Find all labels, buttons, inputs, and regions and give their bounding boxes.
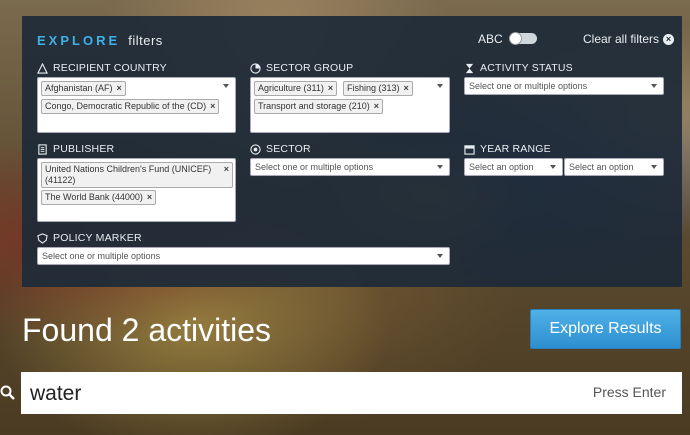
document-icon (38, 143, 47, 155)
filter-chip[interactable]: Afghanistan (AF) × (41, 81, 126, 96)
filter-chip[interactable]: United Nations Children's Fund (UNICEF) … (41, 162, 233, 188)
filter-chip[interactable]: The World Bank (44000) × (41, 190, 157, 205)
remove-chip-icon[interactable]: × (210, 101, 215, 111)
chevron-down-icon (651, 165, 657, 169)
remove-chip-icon[interactable]: × (374, 101, 379, 111)
explore-results-button[interactable]: Explore Results (530, 309, 681, 349)
filters-panel: EXPLORE filters ABC Clear all filters × … (22, 16, 682, 287)
chevron-down-icon (437, 254, 443, 258)
search-input[interactable]: water Press Enter (21, 372, 682, 414)
abc-toggle[interactable] (509, 32, 537, 45)
publisher-select[interactable]: United Nations Children's Fund (UNICEF) … (37, 158, 236, 222)
results-count-heading: Found 2 activities (22, 312, 272, 348)
toggle-knob (509, 32, 522, 45)
shield-icon (37, 232, 48, 244)
sector-group-select[interactable]: Agriculture (311) × Fishing (313) × Transp… (250, 77, 450, 133)
calendar-icon (464, 144, 475, 155)
activity-status-label: ACTIVITY STATUS (464, 62, 573, 74)
filter-chip[interactable]: Congo, Democratic Republic of the (CD) × (41, 99, 220, 114)
triangle-icon (37, 62, 48, 74)
remove-chip-icon[interactable]: × (147, 192, 152, 202)
panel-title: EXPLORE filters (37, 33, 163, 48)
close-icon: × (663, 33, 675, 45)
activity-status-select[interactable]: Select one or multiple options (464, 77, 664, 95)
hourglass-icon (465, 63, 474, 73)
clear-all-filters-button[interactable]: Clear all filters × (583, 32, 675, 46)
chevron-down-icon (550, 165, 556, 169)
policy-marker-label: POLICY MARKER (37, 232, 142, 244)
publisher-label: PUBLISHER (37, 143, 114, 155)
remove-chip-icon[interactable]: × (117, 83, 122, 93)
recipient-country-select[interactable]: Afghanistan (AF) × Congo, Democratic Repu… (37, 77, 236, 133)
chevron-down-icon (651, 84, 657, 88)
recipient-country-label: RECIPIENT COUNTRY (37, 62, 167, 74)
remove-chip-icon[interactable]: × (224, 164, 229, 175)
year-to-select[interactable]: Select an option (564, 158, 664, 176)
filter-chip[interactable]: Transport and storage (210) × (254, 99, 383, 114)
search-icon (0, 385, 15, 400)
policy-marker-select[interactable]: Select one or multiple options (37, 247, 450, 265)
sector-select[interactable]: Select one or multiple options (250, 158, 450, 176)
pie-chart-icon (250, 62, 261, 74)
target-icon (250, 143, 261, 155)
remove-chip-icon[interactable]: × (328, 83, 333, 93)
chevron-down-icon (223, 84, 229, 88)
year-range-label: YEAR RANGE (464, 143, 551, 155)
sector-group-label: SECTOR GROUP (250, 62, 353, 74)
chevron-down-icon (437, 84, 443, 88)
sector-label: SECTOR (250, 143, 311, 155)
search-value: water (30, 382, 82, 405)
year-from-select[interactable]: Select an option (464, 158, 563, 176)
remove-chip-icon[interactable]: × (404, 83, 409, 93)
filter-chip[interactable]: Fishing (313) × (343, 81, 413, 96)
abc-label: ABC (478, 32, 503, 46)
search-hint: Press Enter (592, 384, 666, 400)
chevron-down-icon (437, 165, 443, 169)
clear-all-label: Clear all filters (583, 32, 660, 46)
filter-chip[interactable]: Agriculture (311) × (254, 81, 338, 96)
